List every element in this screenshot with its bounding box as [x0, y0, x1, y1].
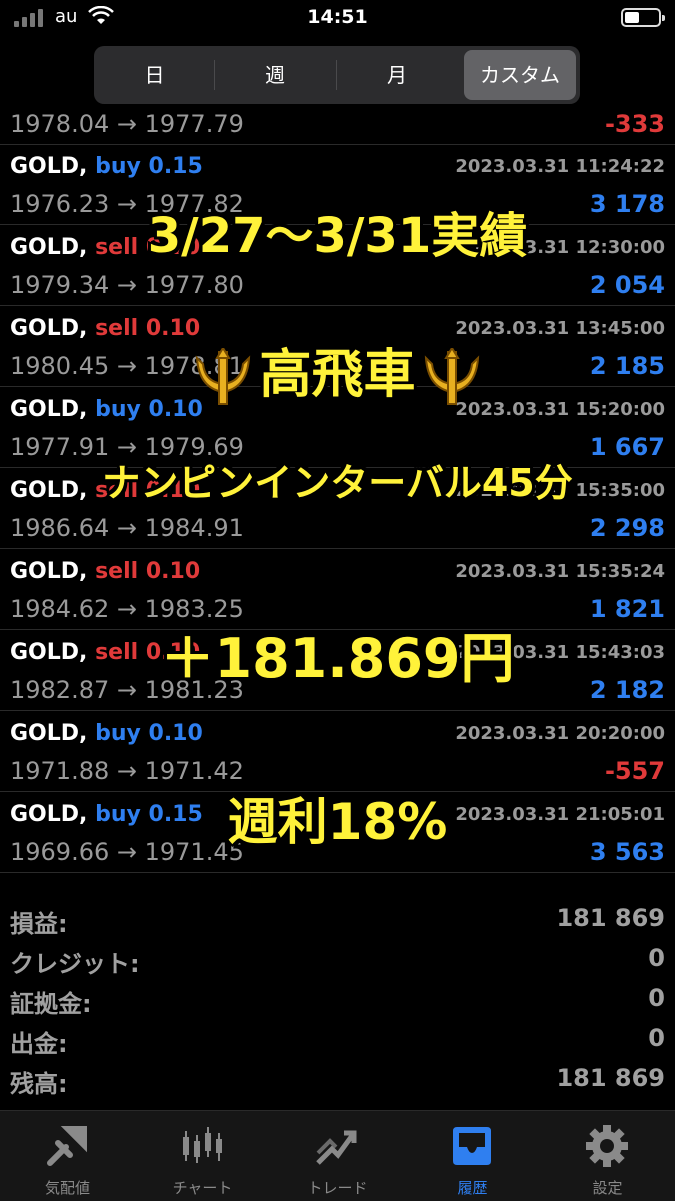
- trade-prices: 1979.34 → 1977.80: [10, 271, 244, 299]
- segment-week[interactable]: 週: [217, 50, 333, 100]
- trade-symbol: GOLD,: [10, 559, 88, 584]
- close-price: 1984.91: [144, 514, 244, 542]
- segment-month[interactable]: 月: [339, 50, 455, 100]
- caption-name: 高飛車: [0, 332, 675, 408]
- segment-custom[interactable]: カスタム: [464, 50, 576, 100]
- tab-label: 設定: [592, 1179, 623, 1197]
- trade-prices: 1986.64 → 1984.91: [10, 514, 244, 542]
- account-summary: 損益: 181 869 クレジット: 0 証拠金: 0 出金: 0 残高: 181 869: [0, 898, 675, 1098]
- tab-history[interactable]: 履歴: [405, 1111, 540, 1201]
- summary-value: 181 869: [556, 1064, 665, 1092]
- tab-chart[interactable]: チャート: [135, 1111, 270, 1201]
- caption-name-text: 高飛車: [259, 345, 416, 405]
- quotes-icon: [47, 1126, 87, 1166]
- battery-icon: [621, 8, 665, 27]
- summary-label: 出金:: [10, 1030, 68, 1058]
- period-segmented-control: 日 週 月 カスタム: [94, 46, 580, 104]
- trade-time: 2023.03.31 11:24:22: [455, 156, 665, 177]
- tab-label: 履歴: [457, 1179, 488, 1197]
- trade-side: buy: [95, 154, 141, 179]
- summary-row: 残高: 181 869: [0, 1058, 675, 1098]
- trade-side: sell: [95, 559, 139, 584]
- trade-side: buy: [95, 721, 141, 746]
- trade-profit: -333: [604, 112, 665, 138]
- trade-profit: -557: [604, 757, 665, 785]
- close-price: 1971.42: [144, 757, 244, 785]
- tab-label: チャート: [172, 1179, 233, 1197]
- open-price: 1979.34: [10, 271, 110, 299]
- tab-settings[interactable]: 設定: [540, 1111, 675, 1201]
- trade-prices: 1978.04 → 1977.79: [10, 112, 244, 138]
- trade-time: 2023.03.31 20:20:00: [455, 723, 665, 744]
- summary-row: 出金: 0: [0, 1018, 675, 1058]
- trade-title: GOLD, buy 0.15: [10, 154, 203, 179]
- tab-quotes[interactable]: 気配値: [0, 1111, 135, 1201]
- summary-label: クレジット:: [10, 950, 140, 978]
- trade-profit: 2 298: [589, 514, 665, 542]
- trade-title: GOLD, buy 0.10: [10, 721, 203, 746]
- history-icon: [453, 1127, 491, 1165]
- trade-row[interactable]: GOLD, buy 0.10 2023.03.31 20:20:00 1971.88…: [0, 711, 675, 792]
- caption-period: 3/27〜3/31実績: [147, 208, 528, 264]
- trade-symbol: GOLD,: [10, 721, 88, 746]
- trade-volume: 0.10: [145, 559, 201, 584]
- trade-prices: 1971.88 → 1971.42: [10, 757, 244, 785]
- clock: 14:51: [307, 6, 368, 28]
- open-price: 1986.64: [10, 514, 110, 542]
- close-price: 1977.79: [144, 112, 244, 138]
- segment-divider: [214, 60, 215, 90]
- summary-label: 証拠金:: [10, 990, 92, 1018]
- trade-volume: 0.15: [148, 154, 203, 179]
- status-bar: au 14:51: [0, 0, 675, 40]
- open-price: 1971.88: [10, 757, 110, 785]
- chart-icon: [183, 1127, 222, 1163]
- summary-label: 損益:: [10, 910, 68, 938]
- segment-divider: [336, 60, 337, 90]
- segment-day[interactable]: 日: [98, 50, 211, 100]
- summary-row: クレジット: 0: [0, 938, 675, 978]
- caption-weekly-rate: 週利18%: [227, 793, 448, 851]
- trade-profit: 2 054: [589, 271, 665, 299]
- trade-time: 2023.03.31 15:35:24: [455, 561, 665, 582]
- caption-interval: ナンピンインターバル45分: [102, 461, 573, 505]
- trade-title: GOLD, sell 0.10: [10, 559, 200, 584]
- summary-row: 証拠金: 0: [0, 978, 675, 1018]
- trade-row[interactable]: GOLD, buy 0.151978.04 → 1977.79-333: [0, 112, 675, 145]
- trident-icon: [196, 348, 251, 405]
- summary-row: 損益: 181 869: [0, 898, 675, 938]
- summary-value: 0: [648, 1024, 665, 1052]
- summary-value: 181 869: [556, 904, 665, 932]
- trident-icon: [424, 348, 479, 405]
- caption-total: ＋181.869円: [160, 627, 515, 690]
- trade-symbol: GOLD,: [10, 154, 88, 179]
- tab-label: 気配値: [44, 1179, 90, 1197]
- tab-trade[interactable]: トレード: [270, 1111, 405, 1201]
- summary-value: 0: [648, 984, 665, 1012]
- summary-value: 0: [648, 944, 665, 972]
- close-price: 1977.80: [144, 271, 244, 299]
- trade-icon: [316, 1130, 357, 1165]
- trade-volume: 0.10: [148, 721, 203, 746]
- bottom-tab-bar: 気配値 チャート トレード 履歴 設定: [0, 1110, 675, 1201]
- open-price: 1978.04: [10, 112, 110, 138]
- summary-label: 残高:: [10, 1070, 68, 1098]
- tab-label: トレード: [307, 1179, 368, 1197]
- settings-icon: [586, 1125, 628, 1167]
